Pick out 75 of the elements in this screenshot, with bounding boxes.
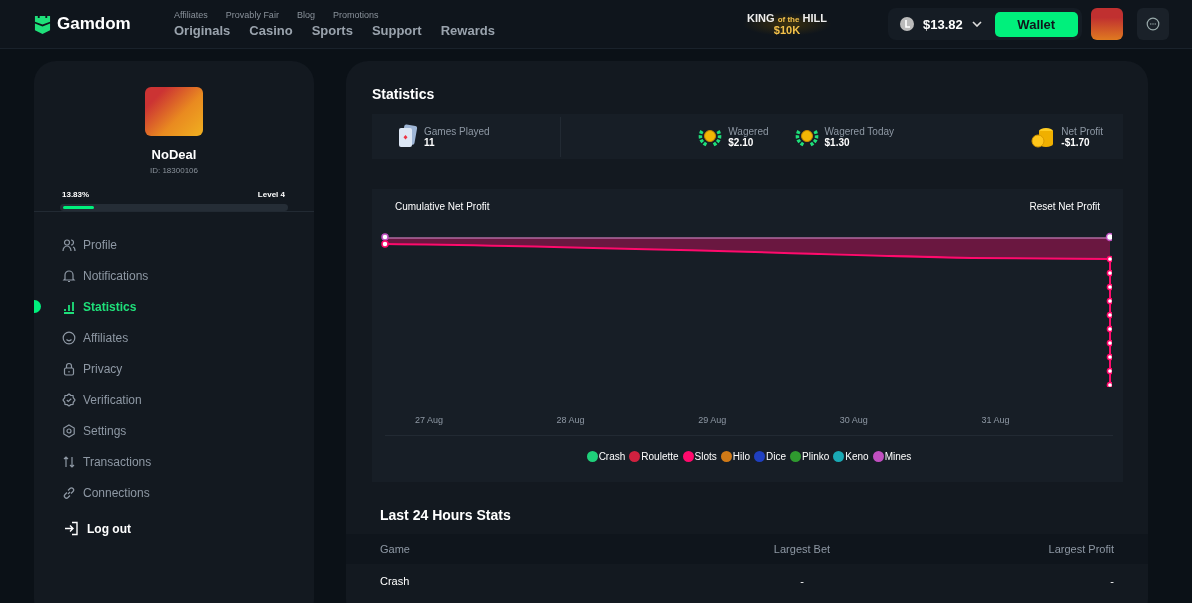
sidebar-item[interactable]: Notifications: [62, 268, 149, 283]
sidebar-item[interactable]: Verification: [62, 392, 142, 407]
stat-value: 11: [424, 136, 436, 148]
sidebar-item[interactable]: Transactions: [62, 454, 152, 469]
stat-label: Net Profit: [1061, 125, 1103, 137]
legend-label[interactable]: Keno: [845, 451, 869, 462]
nav-link[interactable]: Sports: [311, 23, 353, 38]
legend-label[interactable]: Hilo: [732, 451, 751, 462]
stat-value: $1.30: [824, 136, 850, 148]
date-label: 28 Aug: [556, 415, 586, 425]
bar-chart-icon: [62, 299, 76, 314]
top-link[interactable]: Promotions: [332, 10, 379, 20]
stat-value: $2.10: [728, 136, 754, 148]
sidebar-item[interactable]: Settings: [62, 423, 127, 438]
legend-label[interactable]: Slots: [694, 451, 717, 462]
user-id: ID: 18300106: [149, 166, 198, 175]
balance-selector[interactable]: $13.82 Wallet: [888, 8, 1082, 40]
column-header: Largest Bet: [772, 543, 832, 555]
sidebar-item[interactable]: Statistics: [62, 299, 137, 314]
stat-value: -$1.70: [1061, 136, 1091, 148]
nav-link[interactable]: Support: [371, 23, 422, 38]
sidebar-item[interactable]: Connections: [62, 485, 150, 500]
legend-label[interactable]: Plinko: [802, 451, 830, 462]
people-icon: [62, 237, 76, 252]
playing-cards-icon: [398, 123, 418, 150]
nav-link[interactable]: Rewards: [440, 23, 495, 38]
logout-arrow-icon: [64, 521, 79, 536]
smiley-icon: [62, 330, 76, 345]
sidebar-item[interactable]: Privacy: [62, 361, 123, 376]
username: NoDeal: [151, 147, 197, 162]
brand-name[interactable]: Gamdom: [57, 14, 131, 34]
legend-label[interactable]: Crash: [598, 451, 626, 462]
chevron-down-icon: [971, 21, 982, 27]
profile-photo-placeholder: [145, 87, 203, 136]
link-icon: [62, 485, 76, 500]
level-label: Level 4: [257, 190, 285, 199]
coin-icon: [900, 17, 914, 31]
section-title: Last 24 Hours Stats: [380, 507, 512, 523]
badge-check-icon: [62, 392, 76, 407]
progress-percent: 13.83%: [62, 190, 90, 199]
stat-label: Games Played: [424, 125, 490, 137]
hexagon-gear-icon: [62, 423, 76, 438]
wallet-button[interactable]: Wallet: [994, 11, 1078, 37]
sidebar-item[interactable]: Affiliates: [62, 330, 129, 345]
top-link[interactable]: Blog: [296, 10, 315, 20]
nav-link[interactable]: Originals: [174, 23, 231, 38]
date-label: 29 Aug: [698, 415, 728, 425]
avatar-photo-placeholder[interactable]: [1090, 8, 1123, 40]
top-link[interactable]: Provably Fair: [225, 10, 279, 20]
legend-label[interactable]: Mines: [884, 451, 912, 462]
lock-icon: [62, 361, 76, 376]
sidebar-item[interactable]: Profile: [62, 237, 117, 252]
date-label: 27 Aug: [415, 415, 445, 425]
top-link[interactable]: Affiliates: [174, 10, 208, 20]
chat-bubble-icon: [1145, 17, 1160, 31]
stat-label: Wagered Today: [824, 125, 894, 137]
stat-label: Wagered: [728, 125, 769, 137]
table-cell-text: -: [799, 575, 805, 587]
logout-link[interactable]: Log out: [64, 521, 314, 536]
chat-button[interactable]: [1136, 8, 1169, 40]
legend-label[interactable]: Roulette: [641, 451, 679, 462]
arrows-updown-icon: [62, 454, 76, 469]
castle-logo-icon: [34, 14, 51, 34]
column-header: Game: [380, 543, 411, 555]
chart-title: Cumulative Net Profit: [395, 201, 490, 212]
section-title: Statistics: [372, 86, 436, 102]
table-cell-text: Crash: [380, 575, 411, 587]
table-cell-text: -: [1109, 575, 1114, 587]
date-label: 30 Aug: [839, 415, 869, 425]
date-label: 31 Aug: [981, 415, 1011, 425]
column-header: Largest Profit: [1047, 543, 1114, 555]
reset-net-profit-link[interactable]: Reset Net Profit: [1029, 201, 1100, 212]
nav-link[interactable]: Casino: [249, 23, 293, 38]
legend-label[interactable]: Dice: [766, 451, 787, 462]
bell-icon: [62, 268, 76, 283]
